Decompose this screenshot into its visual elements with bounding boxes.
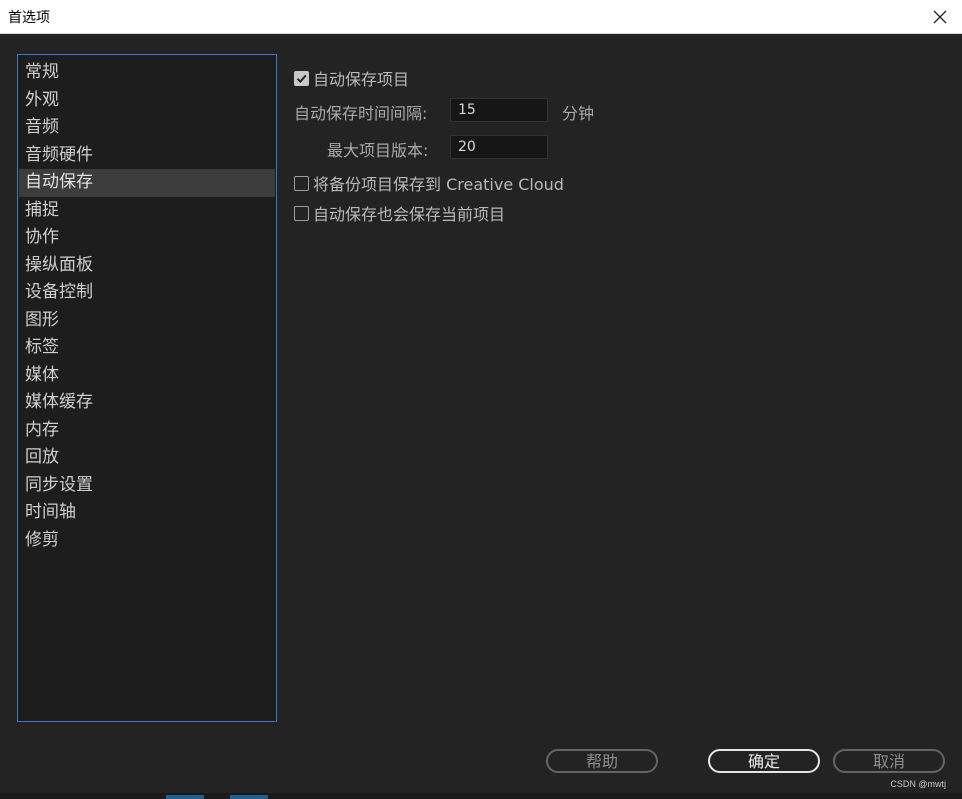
sidebar-item-labels[interactable]: 标签: [19, 334, 275, 362]
sidebar-item-appearance[interactable]: 外观: [19, 87, 275, 115]
ok-button[interactable]: 确定: [708, 749, 820, 773]
close-icon: [933, 10, 947, 23]
sidebar-item-playback[interactable]: 回放: [19, 444, 275, 472]
category-list: 常规 外观 音频 音频硬件 自动保存 捕捉 协作 操纵面板 设备控制 图形 标签…: [17, 54, 277, 722]
sidebar-item-media[interactable]: 媒体: [19, 362, 275, 390]
max-versions-label: 最大项目版本:: [327, 141, 429, 160]
interval-label: 自动保存时间间隔:: [294, 104, 428, 123]
creative-cloud-label: 将备份项目保存到 Creative Cloud: [313, 175, 564, 194]
sidebar-item-autosave[interactable]: 自动保存: [19, 169, 275, 197]
sidebar-item-audio-hardware[interactable]: 音频硬件: [19, 142, 275, 170]
interval-unit: 分钟: [562, 104, 595, 123]
cancel-button[interactable]: 取消: [833, 749, 945, 773]
watermark: CSDN @mwtj: [890, 779, 946, 789]
background-strip: [0, 793, 962, 799]
help-button[interactable]: 帮助: [546, 749, 658, 773]
sidebar-item-timeline[interactable]: 时间轴: [19, 499, 275, 527]
autosave-enable-row: 自动保存项目: [294, 66, 409, 90]
preferences-dialog: 常规 外观 音频 音频硬件 自动保存 捕捉 协作 操纵面板 设备控制 图形 标签…: [0, 34, 962, 799]
sidebar-item-control-surface[interactable]: 操纵面板: [19, 252, 275, 280]
sidebar-item-collaboration[interactable]: 协作: [19, 224, 275, 252]
autosave-enable-checkbox[interactable]: [294, 70, 309, 86]
window-title: 首选项: [8, 10, 50, 26]
interval-row: 自动保存时间间隔:: [294, 100, 427, 124]
sidebar-item-general[interactable]: 常规: [19, 59, 275, 87]
max-versions-row: 最大项目版本:: [327, 137, 428, 161]
sidebar-item-sync-settings[interactable]: 同步设置: [19, 472, 275, 500]
sidebar-item-capture[interactable]: 捕捉: [19, 197, 275, 225]
sidebar-item-device-control[interactable]: 设备控制: [19, 279, 275, 307]
save-current-label: 自动保存也会保存当前项目: [313, 205, 506, 224]
creative-cloud-checkbox[interactable]: [294, 175, 309, 191]
interval-input[interactable]: 15: [450, 98, 548, 122]
save-current-checkbox[interactable]: [294, 205, 309, 221]
checkmark-icon: [296, 74, 307, 83]
sidebar-item-audio[interactable]: 音频: [19, 114, 275, 142]
autosave-enable-label: 自动保存项目: [313, 70, 410, 89]
strip-block: [230, 795, 268, 799]
save-current-row: 自动保存也会保存当前项目: [294, 201, 505, 225]
close-button[interactable]: [918, 0, 962, 33]
sidebar-item-graphics[interactable]: 图形: [19, 307, 275, 335]
sidebar-item-trim[interactable]: 修剪: [19, 527, 275, 555]
creative-cloud-row: 将备份项目保存到 Creative Cloud: [294, 171, 564, 195]
title-bar: 首选项: [0, 0, 962, 34]
strip-block: [166, 795, 204, 799]
max-versions-input[interactable]: 20: [450, 135, 548, 159]
sidebar-item-media-cache[interactable]: 媒体缓存: [19, 389, 275, 417]
sidebar-item-memory[interactable]: 内存: [19, 417, 275, 445]
